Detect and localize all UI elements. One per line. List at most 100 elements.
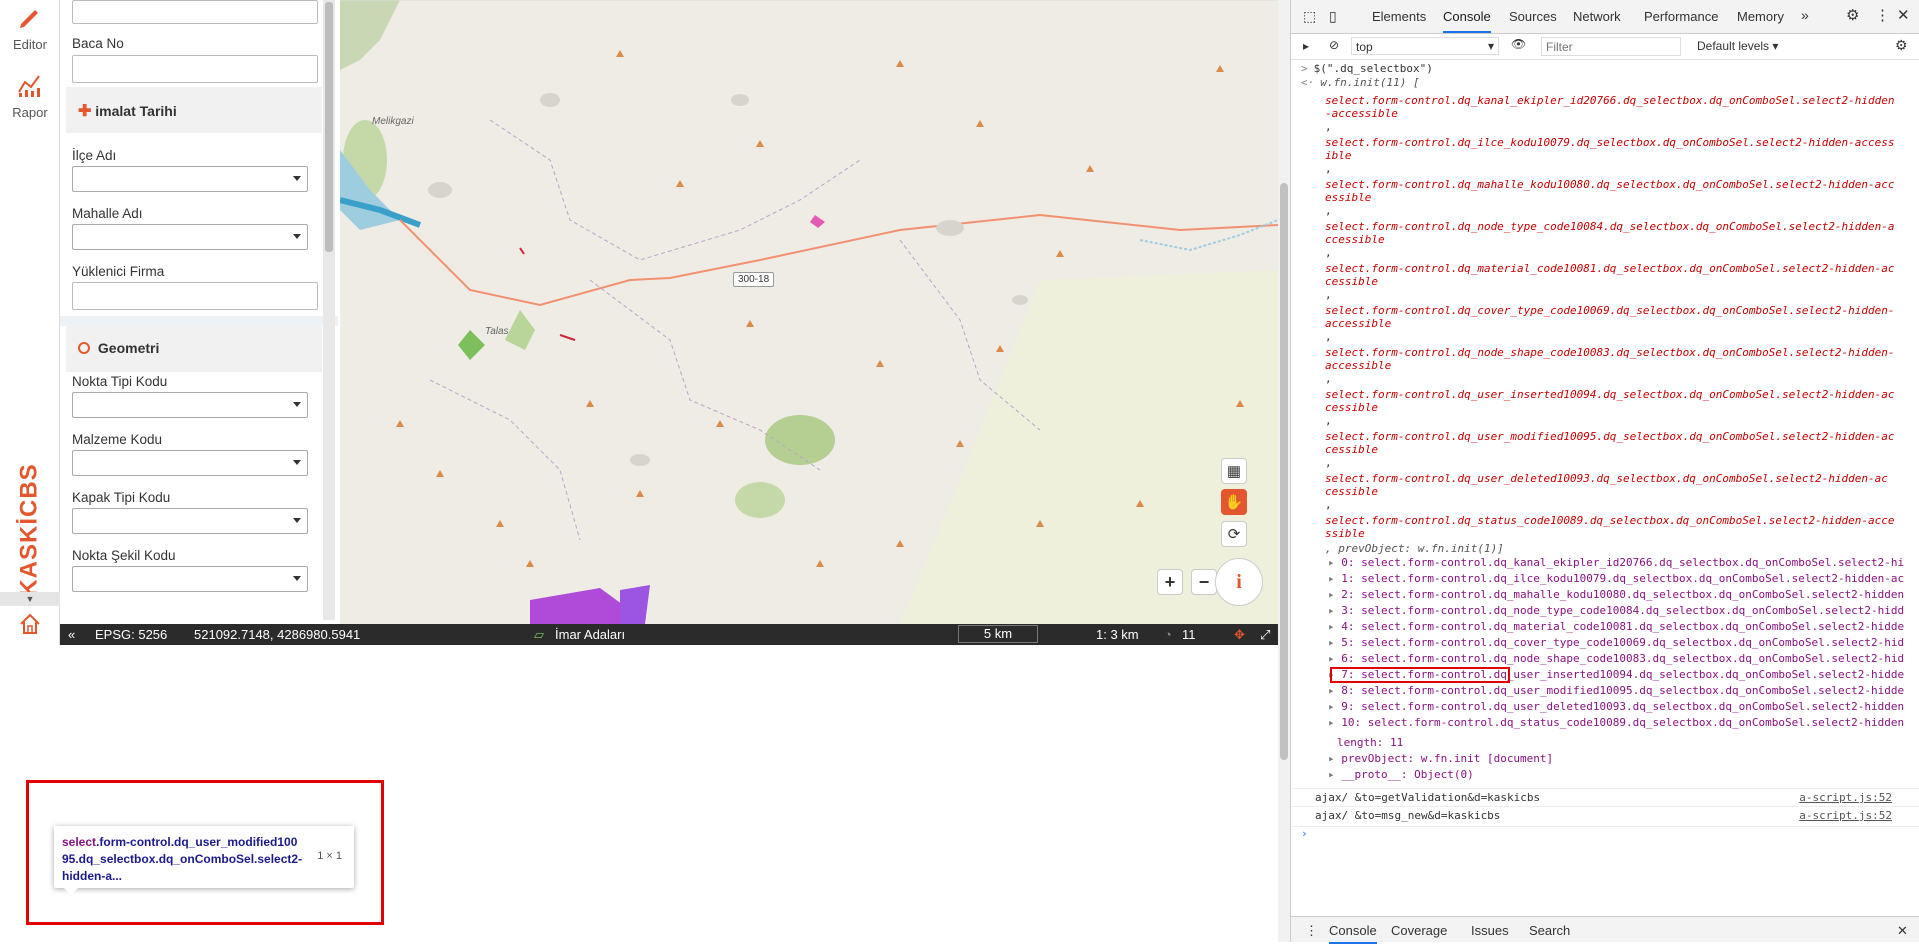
selector-line[interactable]: select.form-control.dq_node_shape_code10… xyxy=(1291,346,1919,360)
nokta-tipi-select[interactable] xyxy=(72,392,308,418)
array-item-5[interactable]: ▸ 5: select.form-control.dq_cover_type_c… xyxy=(1291,636,1919,650)
expand-triangle-icon[interactable]: ▸ xyxy=(1328,572,1341,585)
expand-triangle-icon[interactable]: ▸ xyxy=(1328,700,1341,713)
expand-triangle-icon[interactable]: ▸ xyxy=(1328,556,1341,569)
selector-line[interactable]: select.form-control.dq_material_code1008… xyxy=(1291,262,1919,276)
panel-scrollbar[interactable] xyxy=(323,0,335,620)
mahalle-select[interactable] xyxy=(72,224,308,250)
plus-icon: ✚ xyxy=(78,103,92,120)
array-item-text: 3: select.form-control.dq_node_type_code… xyxy=(1341,604,1905,617)
expand-triangle-icon[interactable]: ▸ xyxy=(1328,620,1341,633)
kebab-menu-icon[interactable]: ⋮ xyxy=(1875,6,1890,24)
close-icon[interactable]: ✕ xyxy=(1897,6,1910,24)
layers-button[interactable]: ▦ xyxy=(1221,458,1247,484)
nokta-sekil-select[interactable] xyxy=(72,566,308,592)
section-geometri[interactable]: Geometri xyxy=(66,326,322,372)
active-layer-name[interactable]: İmar Adaları xyxy=(555,627,625,642)
refresh-button[interactable]: ⟳ xyxy=(1221,521,1247,547)
info-button[interactable]: i xyxy=(1215,558,1263,606)
tab-elements[interactable]: Elements xyxy=(1372,9,1426,24)
top-field-input[interactable] xyxy=(72,0,318,24)
baca-no-input[interactable] xyxy=(72,55,318,83)
levels-select[interactable]: Default levels ▾ xyxy=(1697,39,1778,53)
ilce-select[interactable] xyxy=(72,166,308,192)
drawer-close-icon[interactable]: ✕ xyxy=(1897,923,1908,939)
tab-memory[interactable]: Memory xyxy=(1737,9,1784,24)
expand-triangle-icon[interactable]: ▸ xyxy=(1328,652,1341,665)
prev-object-detail[interactable]: ▸ prevObject: w.fn.init [document] xyxy=(1291,752,1919,766)
array-item-6[interactable]: ▸ 6: select.form-control.dq_node_shape_c… xyxy=(1291,652,1919,666)
editor-nav-item[interactable]: Editor xyxy=(0,4,60,52)
source-link-1[interactable]: a-script.js:52 xyxy=(1799,791,1892,805)
array-item-3[interactable]: ▸ 3: select.form-control.dq_node_type_co… xyxy=(1291,604,1919,618)
clear-console-icon[interactable]: ⊘ xyxy=(1329,38,1339,52)
collapse-chevron-icon[interactable]: ▼ xyxy=(0,592,60,606)
filter-input[interactable] xyxy=(1541,37,1681,56)
tab-performance[interactable]: Performance xyxy=(1644,9,1718,24)
drawer-tab-issues[interactable]: Issues xyxy=(1471,923,1509,938)
drawer-menu-icon[interactable]: ⋮ xyxy=(1305,923,1318,939)
drawer-tab-search[interactable]: Search xyxy=(1529,923,1570,938)
selector-line[interactable]: select.form-control.dq_mahalle_kodu10080… xyxy=(1291,178,1919,192)
source-link-2[interactable]: a-script.js:52 xyxy=(1799,809,1892,823)
array-item-4[interactable]: ▸ 4: select.form-control.dq_material_cod… xyxy=(1291,620,1919,634)
circle-icon xyxy=(78,342,90,354)
kapak-select[interactable] xyxy=(72,508,308,534)
page-scrollbar[interactable] xyxy=(1278,0,1290,942)
tab-network[interactable]: Network xyxy=(1573,9,1621,24)
array-item-10[interactable]: ▸ 10: select.form-control.dq_status_code… xyxy=(1291,716,1919,730)
drawer-tab-coverage[interactable]: Coverage xyxy=(1391,923,1447,938)
array-item-8[interactable]: ▸ 8: select.form-control.dq_user_modifie… xyxy=(1291,684,1919,698)
selector-line[interactable]: select.form-control.dq_kanal_ekipler_id2… xyxy=(1291,94,1919,108)
selector-line[interactable]: select.form-control.dq_cover_type_code10… xyxy=(1291,304,1919,318)
expand-triangle-icon[interactable]: ▸ xyxy=(1328,716,1341,729)
array-item-0[interactable]: ▸ 0: select.form-control.dq_kanal_ekiple… xyxy=(1291,556,1919,570)
array-item-9[interactable]: ▸ 9: select.form-control.dq_user_deleted… xyxy=(1291,700,1919,714)
gear-icon[interactable]: ⚙ xyxy=(1846,6,1859,24)
page-scrollbar-thumb[interactable] xyxy=(1280,183,1288,760)
expand-triangle-icon[interactable]: ▸ xyxy=(1328,588,1341,601)
pan-button[interactable]: ✋ xyxy=(1221,489,1247,515)
map-canvas[interactable]: Melikgazi Talas 300-18 ▦ ✋ ⟳ + − i xyxy=(340,0,1278,624)
context-select[interactable]: top ▾ xyxy=(1351,37,1499,55)
array-item-2[interactable]: ▸ 2: select.form-control.dq_mahalle_kodu… xyxy=(1291,588,1919,602)
selector-line[interactable]: select.form-control.dq_status_code10089.… xyxy=(1291,514,1919,528)
selector-line-cont: accessible xyxy=(1325,359,1392,372)
rapor-label: Rapor xyxy=(12,105,48,120)
selector-line[interactable]: select.form-control.dq_node_type_code100… xyxy=(1291,220,1919,234)
drawer-tab-console[interactable]: Console xyxy=(1329,923,1377,944)
rapor-nav-item[interactable]: Rapor xyxy=(0,72,60,120)
selector-line[interactable]: select.form-control.dq_ilce_kodu10079.dq… xyxy=(1291,136,1919,150)
expand-triangle-icon[interactable]: ▸ xyxy=(1328,604,1341,617)
expand-triangle-icon[interactable]: ▸ xyxy=(1328,636,1341,649)
selector-line[interactable]: select.form-control.dq_user_modified1009… xyxy=(1291,430,1919,444)
array-item-1[interactable]: ▸ 1: select.form-control.dq_ilce_kodu100… xyxy=(1291,572,1919,586)
console-settings-icon[interactable]: ⚙ xyxy=(1895,37,1908,54)
eye-icon[interactable]: 👁 xyxy=(1511,37,1526,51)
yuklenici-input[interactable] xyxy=(72,282,318,310)
locate-icon[interactable]: ✥ xyxy=(1234,627,1245,643)
device-toolbar-icon[interactable]: ▯ xyxy=(1329,8,1337,25)
sidebar-toggle-icon[interactable]: ▸ xyxy=(1303,39,1309,53)
separator: , xyxy=(1325,372,1332,385)
panel-scrollbar-thumb[interactable] xyxy=(325,2,333,252)
collapse-left-icon[interactable]: « xyxy=(68,627,75,642)
fullscreen-icon[interactable]: ⤢ xyxy=(1260,627,1270,643)
selector-line[interactable]: select.form-control.dq_user_inserted1009… xyxy=(1291,388,1919,402)
console-prompt[interactable]: › xyxy=(1291,826,1919,841)
zoom-in-button[interactable]: + xyxy=(1157,569,1183,595)
more-tabs-icon[interactable]: » xyxy=(1801,7,1809,23)
epsg-selector[interactable]: EPSG: 5256 xyxy=(95,627,167,642)
tab-console[interactable]: Console xyxy=(1443,9,1491,33)
proto-line[interactable]: ▸ __proto__: Object(0) xyxy=(1291,768,1919,782)
console-result-summary[interactable]: <· w.fn.init(11) [ xyxy=(1291,76,1919,90)
selector-line[interactable]: select.form-control.dq_user_deleted10093… xyxy=(1291,472,1919,486)
tab-sources[interactable]: Sources xyxy=(1509,9,1557,24)
zoom-out-button[interactable]: − xyxy=(1191,569,1217,595)
home-icon[interactable] xyxy=(18,612,42,636)
malzeme-select[interactable] xyxy=(72,450,308,476)
console-output[interactable]: > $(".dq_selectbox") <· w.fn.init(11) [ se… xyxy=(1291,60,1919,910)
inspect-icon[interactable]: ⬚ xyxy=(1303,8,1316,25)
expand-triangle-icon[interactable]: ▸ xyxy=(1328,684,1341,697)
section-imalat[interactable]: ✚ imalat Tarihi xyxy=(66,87,322,133)
